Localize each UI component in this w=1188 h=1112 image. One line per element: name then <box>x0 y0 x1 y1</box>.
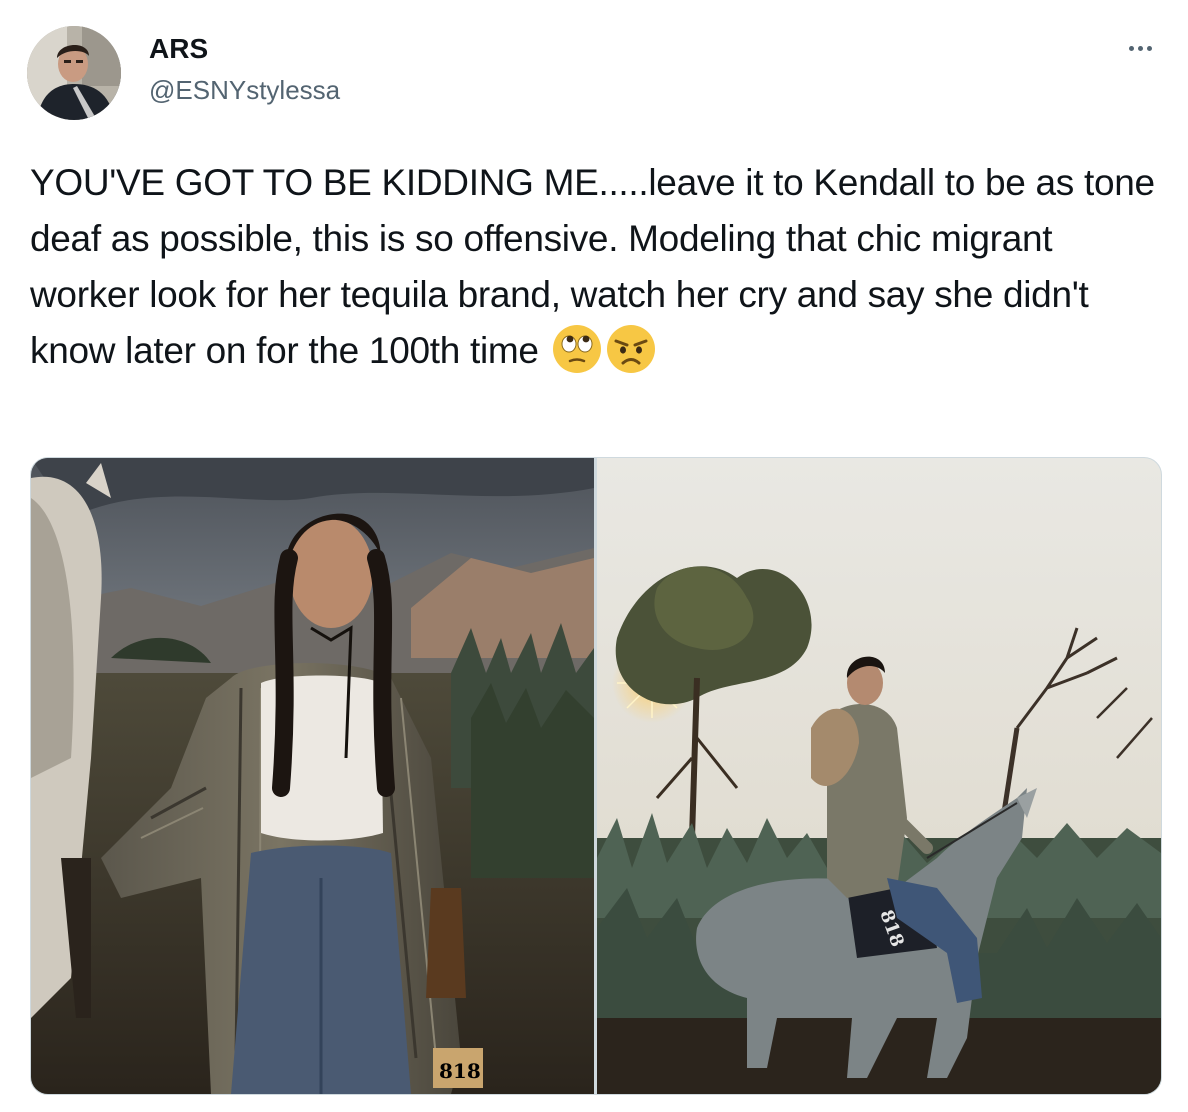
author-handle[interactable]: @ESNYstylessa <box>149 74 340 106</box>
bottle-label: 818 <box>439 1059 481 1083</box>
more-horizontal-icon <box>1128 45 1134 51</box>
more-horizontal-icon-dot <box>1146 45 1152 51</box>
media-grid: 818 818 <box>30 457 1162 1095</box>
more-horizontal-icon-dot <box>1137 45 1143 51</box>
avatar[interactable] <box>27 26 121 120</box>
photo-woman-on-horse[interactable]: 818 <box>597 458 1161 1094</box>
tweet-text: YOU'VE GOT TO BE KIDDING ME.....leave it… <box>30 155 1170 379</box>
photo-woman-on-horse-image: 818 <box>597 458 1161 1094</box>
more-options-button[interactable] <box>1118 34 1162 62</box>
avatar-image <box>27 26 121 120</box>
tweet-card: ARS @ESNYstylessa YOU'VE GOT TO BE KIDDI… <box>0 0 1188 1112</box>
photo-woman-with-horse-image: 818 <box>31 458 594 1094</box>
author-display-name[interactable]: ARS <box>149 32 208 66</box>
angry-face-icon <box>606 325 655 373</box>
photo-woman-with-horse[interactable]: 818 <box>31 458 594 1094</box>
face-with-rolling-eyes-icon <box>552 325 601 373</box>
